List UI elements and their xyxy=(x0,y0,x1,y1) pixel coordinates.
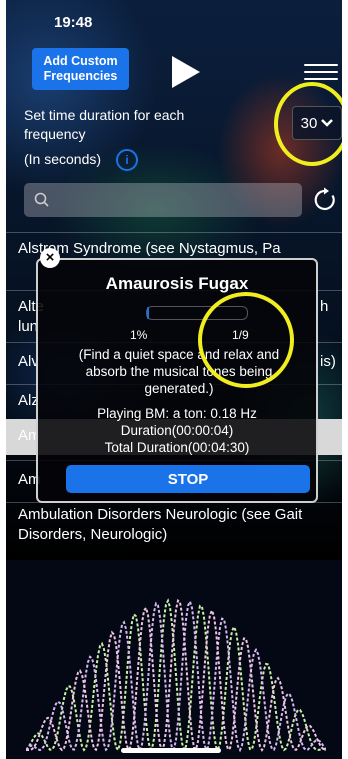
waveform-line xyxy=(26,598,326,753)
frequency-waveform xyxy=(26,598,326,753)
instructions-text: (Find a quiet space and relax and absorb… xyxy=(78,347,280,396)
list-item[interactable]: Ambulation Disorders Neurologic (see Gai… xyxy=(6,502,342,547)
progress-bar xyxy=(146,306,248,320)
home-indicator xyxy=(121,748,221,753)
duration-select[interactable]: 30 xyxy=(292,106,342,140)
add-custom-frequencies-button[interactable]: Add Custom Frequencies xyxy=(32,48,129,90)
search-bar[interactable] xyxy=(24,183,302,219)
hamburger-menu-icon[interactable] xyxy=(304,64,338,82)
duration-select-value: 30 xyxy=(300,114,318,132)
duration-text: Duration(00:00:04) xyxy=(120,423,234,438)
app-screen: 19:48 Add Custom Frequencies Set time du… xyxy=(6,0,342,759)
duration-label: Set time duration for each frequency xyxy=(24,107,185,142)
dialog-title: Amaurosis Fugax xyxy=(105,274,249,293)
total-duration-text: Total Duration(00:04:30) xyxy=(104,440,250,455)
play-icon[interactable] xyxy=(172,56,200,88)
search-input[interactable] xyxy=(56,183,300,219)
status-time: 19:48 xyxy=(54,14,93,31)
close-icon[interactable]: × xyxy=(40,248,60,268)
chevron-down-icon xyxy=(321,119,334,127)
refresh-icon[interactable] xyxy=(312,187,338,213)
playing-frequency: Playing BM: a ton: 0.18 Hz xyxy=(97,406,257,421)
search-icon xyxy=(34,192,49,207)
playback-info: Playing BM: a ton: 0.18 Hz Duration(00:0… xyxy=(38,405,316,456)
seconds-label: (In seconds) xyxy=(24,151,102,167)
playback-dialog: Amaurosis Fugax 1% 1/9 (Find a quiet spa… xyxy=(36,258,318,503)
progress-percent: 1% xyxy=(130,328,148,342)
stop-button[interactable]: STOP xyxy=(66,465,310,493)
progress-bar-fill xyxy=(147,307,149,319)
progress-fraction: 1/9 xyxy=(232,328,249,342)
info-icon[interactable]: i xyxy=(116,149,138,171)
